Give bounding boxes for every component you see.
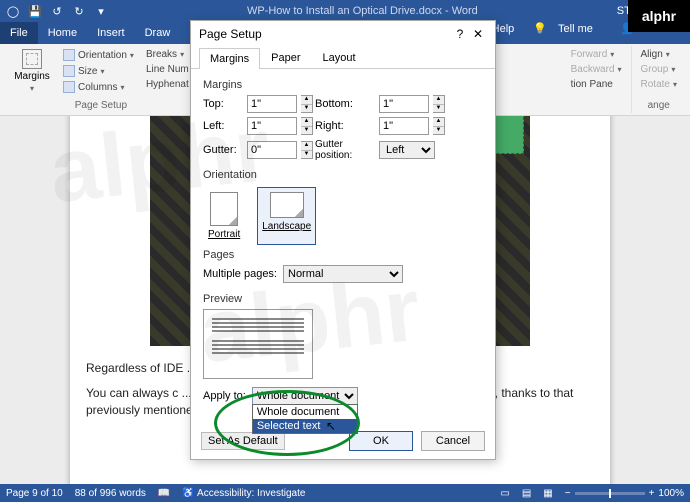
top-spinner[interactable]: ▲▼ — [301, 95, 313, 113]
zoom-control[interactable]: − + 100% — [565, 488, 684, 499]
gutter-pos-label: Gutter position: — [315, 139, 379, 161]
apply-to-select[interactable]: Whole document — [252, 387, 358, 405]
right-input[interactable] — [379, 117, 429, 135]
tab-margins[interactable]: Margins — [199, 48, 260, 69]
rotate-button[interactable]: Rotate ▾ — [638, 78, 680, 91]
landscape-label: Landscape — [262, 221, 311, 232]
margins-button[interactable]: Margins ▾ — [10, 48, 54, 94]
hyphenation-button[interactable]: Hyphenat — [143, 78, 192, 91]
apply-to-dropdown: Whole document Selected text — [252, 404, 358, 434]
view-web-icon[interactable]: ▦ — [543, 488, 552, 499]
tab-file[interactable]: File — [0, 22, 38, 44]
status-accessibility[interactable]: ♿ Accessibility: Investigate — [182, 488, 305, 499]
dialog-title: Page Setup — [199, 27, 451, 41]
undo-icon[interactable]: ↺ — [50, 4, 64, 18]
chevron-down-icon: ▾ — [30, 84, 34, 93]
apply-opt-whole[interactable]: Whole document — [253, 405, 357, 419]
group-label-page-setup: Page Setup — [10, 100, 192, 111]
right-spinner[interactable]: ▲▼ — [433, 117, 445, 135]
apply-opt-selected[interactable]: Selected text — [253, 419, 357, 433]
gutter-label: Gutter: — [203, 144, 247, 156]
landscape-button[interactable]: Landscape — [257, 187, 316, 245]
multiple-pages-select[interactable]: Normal — [283, 265, 403, 283]
section-margins: Margins — [203, 79, 483, 91]
tab-draw[interactable]: Draw — [135, 22, 181, 44]
help-icon[interactable]: ? — [451, 27, 469, 41]
page-setup-dialog: Page Setup ? ✕ Margins Paper Layout Marg… — [190, 20, 496, 460]
zoom-in-icon[interactable]: + — [649, 488, 655, 499]
redo-icon[interactable]: ↻ — [72, 4, 86, 18]
bring-forward-button[interactable]: Forward ▾ — [568, 48, 625, 61]
size-icon — [63, 65, 75, 77]
margins-icon — [22, 49, 42, 69]
gutter-input[interactable] — [247, 141, 297, 159]
set-as-default-button[interactable]: Set As Default — [201, 432, 285, 450]
selection-pane-button[interactable]: tion Pane — [568, 78, 625, 91]
apply-to-label: Apply to: — [203, 390, 246, 402]
portrait-label: Portrait — [208, 229, 240, 240]
columns-button[interactable]: Columns ▾ — [60, 80, 137, 94]
title-bar: ◯ 💾 ↺ ↻ ▾ WP-How to Install an Optical D… — [0, 0, 690, 22]
status-bar: Page 9 of 10 88 of 996 words 📖 ♿ Accessi… — [0, 484, 690, 502]
bottom-label: Bottom: — [315, 98, 379, 110]
align-button[interactable]: Align ▾ — [638, 48, 680, 61]
line-numbers-button[interactable]: Line Num — [143, 63, 192, 76]
orientation-icon — [63, 49, 75, 61]
ok-button[interactable]: OK — [349, 431, 413, 451]
send-backward-button[interactable]: Backward ▾ — [568, 63, 625, 76]
cancel-button[interactable]: Cancel — [421, 431, 485, 451]
group-button[interactable]: Group ▾ — [638, 63, 680, 76]
view-read-icon[interactable]: ▭ — [500, 488, 509, 499]
landscape-icon — [270, 192, 304, 218]
size-button[interactable]: Size ▾ — [60, 64, 137, 78]
orientation-button[interactable]: Orientation ▾ — [60, 48, 137, 62]
left-input[interactable] — [247, 117, 297, 135]
margins-label: Margins — [14, 71, 50, 82]
left-label: Left: — [203, 120, 247, 132]
multiple-pages-label: Multiple pages: — [203, 268, 277, 280]
gutter-pos-select[interactable]: Left — [379, 141, 435, 159]
window-title: WP-How to Install an Optical Drive.docx … — [108, 5, 617, 17]
gutter-spinner[interactable]: ▲▼ — [301, 141, 313, 159]
tell-me[interactable]: 💡 Tell me — [525, 22, 609, 35]
close-icon[interactable]: ✕ — [469, 27, 487, 41]
status-words[interactable]: 88 of 996 words — [75, 488, 146, 499]
section-orientation: Orientation — [203, 169, 483, 181]
status-proofing-icon[interactable]: 📖 — [158, 488, 170, 499]
tab-layout[interactable]: Layout — [311, 47, 366, 68]
view-print-icon[interactable]: ▤ — [522, 488, 531, 499]
portrait-button[interactable]: Portrait — [203, 187, 245, 245]
section-pages: Pages — [203, 249, 483, 261]
autosave-icon[interactable]: ◯ — [6, 4, 20, 18]
section-preview: Preview — [203, 293, 483, 305]
zoom-value[interactable]: 100% — [658, 488, 684, 499]
bottom-spinner[interactable]: ▲▼ — [433, 95, 445, 113]
zoom-slider[interactable] — [575, 492, 645, 495]
tab-insert[interactable]: Insert — [87, 22, 135, 44]
columns-icon — [63, 81, 75, 93]
preview-box — [203, 309, 313, 379]
right-label: Right: — [315, 120, 379, 132]
breaks-button[interactable]: Breaks ▾ — [143, 48, 192, 61]
top-label: Top: — [203, 98, 247, 110]
tab-home[interactable]: Home — [38, 22, 87, 44]
bottom-input[interactable] — [379, 95, 429, 113]
alphr-logo: alphr — [628, 0, 690, 32]
tab-paper[interactable]: Paper — [260, 47, 311, 68]
top-input[interactable] — [247, 95, 297, 113]
zoom-out-icon[interactable]: − — [565, 488, 571, 499]
save-icon[interactable]: 💾 — [28, 4, 42, 18]
portrait-icon — [210, 192, 238, 226]
qat-more-icon[interactable]: ▾ — [94, 4, 108, 18]
left-spinner[interactable]: ▲▼ — [301, 117, 313, 135]
group-label-arrange: ange — [638, 100, 680, 111]
status-page[interactable]: Page 9 of 10 — [6, 488, 63, 499]
